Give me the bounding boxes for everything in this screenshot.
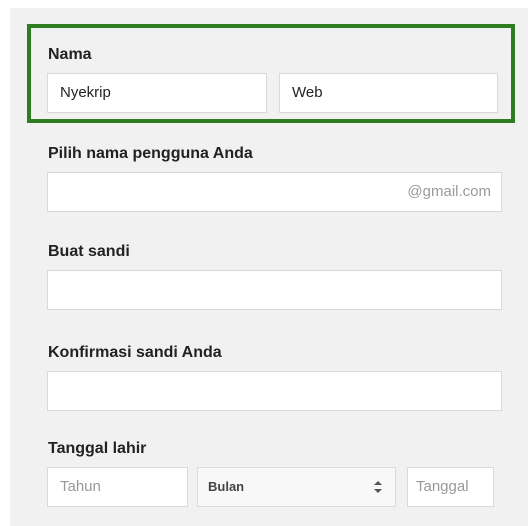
last-name-input[interactable]: Web xyxy=(279,73,498,113)
name-label: Nama xyxy=(48,46,92,63)
username-input[interactable]: @gmail.com xyxy=(47,172,502,212)
password-label: Buat sandi xyxy=(48,243,130,260)
select-arrows-icon xyxy=(374,481,382,493)
birth-month-select[interactable]: Bulan xyxy=(197,467,396,507)
password-input[interactable] xyxy=(47,270,502,310)
birth-year-input[interactable]: Tahun xyxy=(47,467,188,507)
birth-month-selected: Bulan xyxy=(208,479,245,494)
first-name-value: Nyekrip xyxy=(60,84,111,101)
username-label: Pilih nama pengguna Anda xyxy=(48,145,253,162)
first-name-input[interactable]: Nyekrip xyxy=(47,73,267,113)
last-name-value: Web xyxy=(292,84,323,101)
birth-year-placeholder: Tahun xyxy=(60,478,101,495)
birthdate-label: Tanggal lahir xyxy=(48,440,147,457)
gmail-suffix: @gmail.com xyxy=(407,183,491,200)
confirm-password-input[interactable] xyxy=(47,371,502,411)
confirm-password-label: Konfirmasi sandi Anda xyxy=(48,344,222,361)
birth-day-input[interactable]: Tanggal xyxy=(407,467,494,507)
birth-day-placeholder: Tanggal xyxy=(416,478,469,495)
